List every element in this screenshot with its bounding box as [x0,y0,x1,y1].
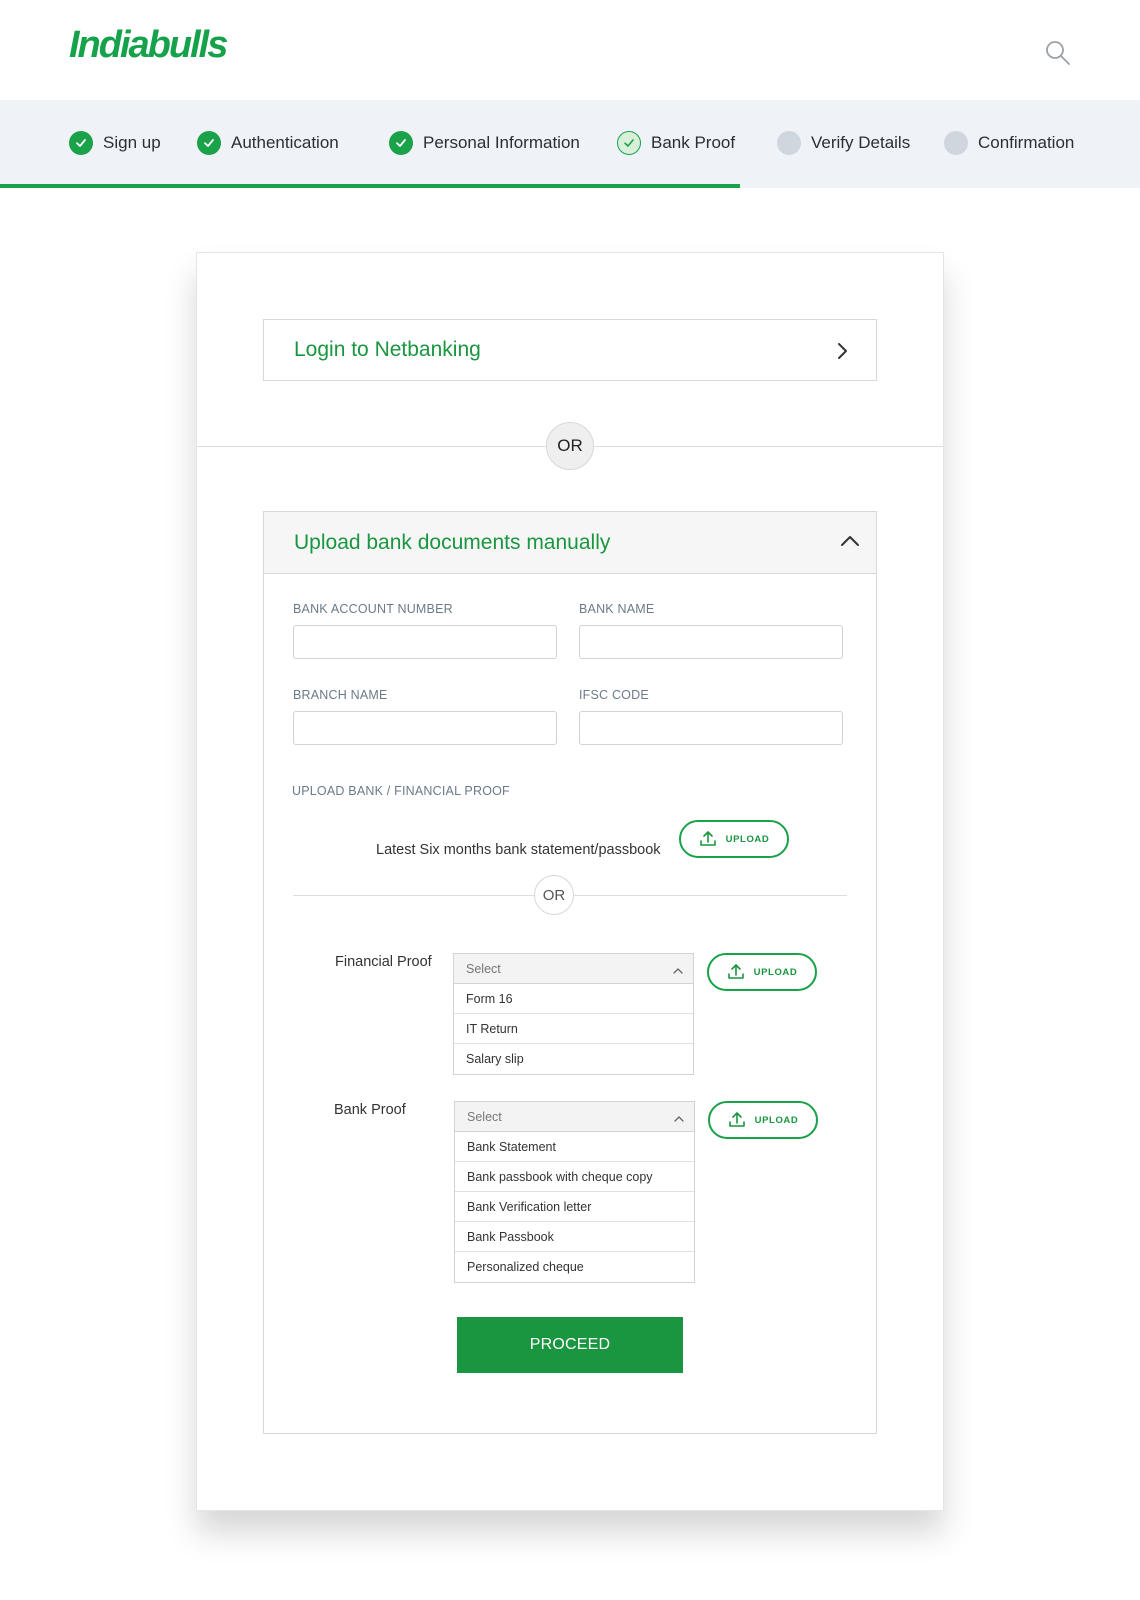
branch-name-field[interactable] [293,711,557,745]
bank-account-number-label: BANK ACCOUNT NUMBER [293,602,453,616]
indiabulls-logo[interactable]: Indiabulls [69,24,228,67]
dropdown-option[interactable]: Bank passbook with cheque copy [455,1162,694,1192]
check-icon [69,131,93,155]
dropdown-option[interactable]: Bank Verification letter [455,1192,694,1222]
ifsc-code-field[interactable] [579,711,843,745]
chevron-up-icon [674,1112,684,1126]
bank-proof-select[interactable]: Select [455,1102,694,1132]
step-confirmation[interactable]: Confirmation [944,130,1074,156]
financial-proof-label: Financial Proof [335,954,432,970]
check-icon [617,131,641,155]
step-label: Personal Information [423,133,580,152]
circle-icon [944,131,968,155]
step-label: Bank Proof [651,133,736,152]
branch-name-label: BRANCH NAME [293,688,388,702]
dropdown-option[interactable]: Salary slip [454,1044,693,1074]
upload-icon [727,964,744,979]
manual-upload-header[interactable]: Upload bank documents manually [264,512,876,574]
progress-steps: Sign up Authentication Personal Informat… [0,100,1140,188]
or-badge: OR [534,875,574,915]
step-sign-up[interactable]: Sign up [69,130,161,156]
circle-icon [777,131,801,155]
chevron-right-icon [836,342,850,365]
upload-icon [699,831,716,846]
dropdown-option[interactable]: Bank Passbook [455,1222,694,1252]
manual-upload-section: Upload bank documents manually BANK ACCO… [263,511,877,1434]
financial-proof-dropdown[interactable]: Select Form 16 IT Return Salary slip [453,953,694,1075]
dropdown-option[interactable]: IT Return [454,1014,693,1044]
step-label: Verify Details [811,133,911,152]
header: Indiabulls [0,0,1140,100]
bank-proof-card: Login to Netbanking OR Upload bank docum… [196,252,944,1511]
statement-description: Latest Six months bank statement/passboo… [376,842,661,858]
check-icon [389,131,413,155]
dropdown-option[interactable]: Form 16 [454,984,693,1014]
select-placeholder: Select [466,961,501,976]
upload-label: UPLOAD [725,833,770,845]
step-authentication[interactable]: Authentication [197,130,339,156]
manual-upload-title: Upload bank documents manually [294,530,611,554]
chevron-up-icon [840,534,860,553]
step-label: Authentication [231,133,339,152]
upload-label: UPLOAD [754,1114,799,1126]
dropdown-option[interactable]: Bank Statement [455,1132,694,1162]
step-verify-details[interactable]: Verify Details [777,130,910,156]
netbanking-login-option[interactable]: Login to Netbanking [263,319,877,381]
step-bank-proof[interactable]: Bank Proof [617,130,735,156]
ifsc-code-label: IFSC CODE [579,688,649,702]
bank-name-field[interactable] [579,625,843,659]
bank-account-number-field[interactable] [293,625,557,659]
upload-icon [728,1112,745,1127]
step-label: Sign up [103,133,161,152]
bank-name-label: BANK NAME [579,602,655,616]
upload-label: UPLOAD [753,966,798,978]
chevron-up-icon [673,964,683,978]
upload-section-label: UPLOAD BANK / FINANCIAL PROOF [292,784,510,798]
step-label: Confirmation [978,133,1075,152]
search-icon[interactable] [1044,39,1072,67]
step-personal-information[interactable]: Personal Information [389,130,580,156]
financial-proof-select[interactable]: Select [454,954,693,984]
bank-proof-label: Bank Proof [334,1102,406,1118]
bank-proof-dropdown[interactable]: Select Bank Statement Bank passbook with… [454,1101,695,1283]
upload-financial-proof-button[interactable]: UPLOAD [707,953,817,991]
progress-bar [0,184,740,188]
proceed-button[interactable]: PROCEED [457,1317,683,1373]
select-placeholder: Select [467,1109,502,1124]
dropdown-option[interactable]: Personalized cheque [455,1252,694,1282]
or-badge: OR [546,422,594,470]
netbanking-title: Login to Netbanking [294,338,481,361]
upload-statement-button[interactable]: UPLOAD [679,820,789,858]
upload-bank-proof-button[interactable]: UPLOAD [708,1101,818,1139]
check-icon [197,131,221,155]
